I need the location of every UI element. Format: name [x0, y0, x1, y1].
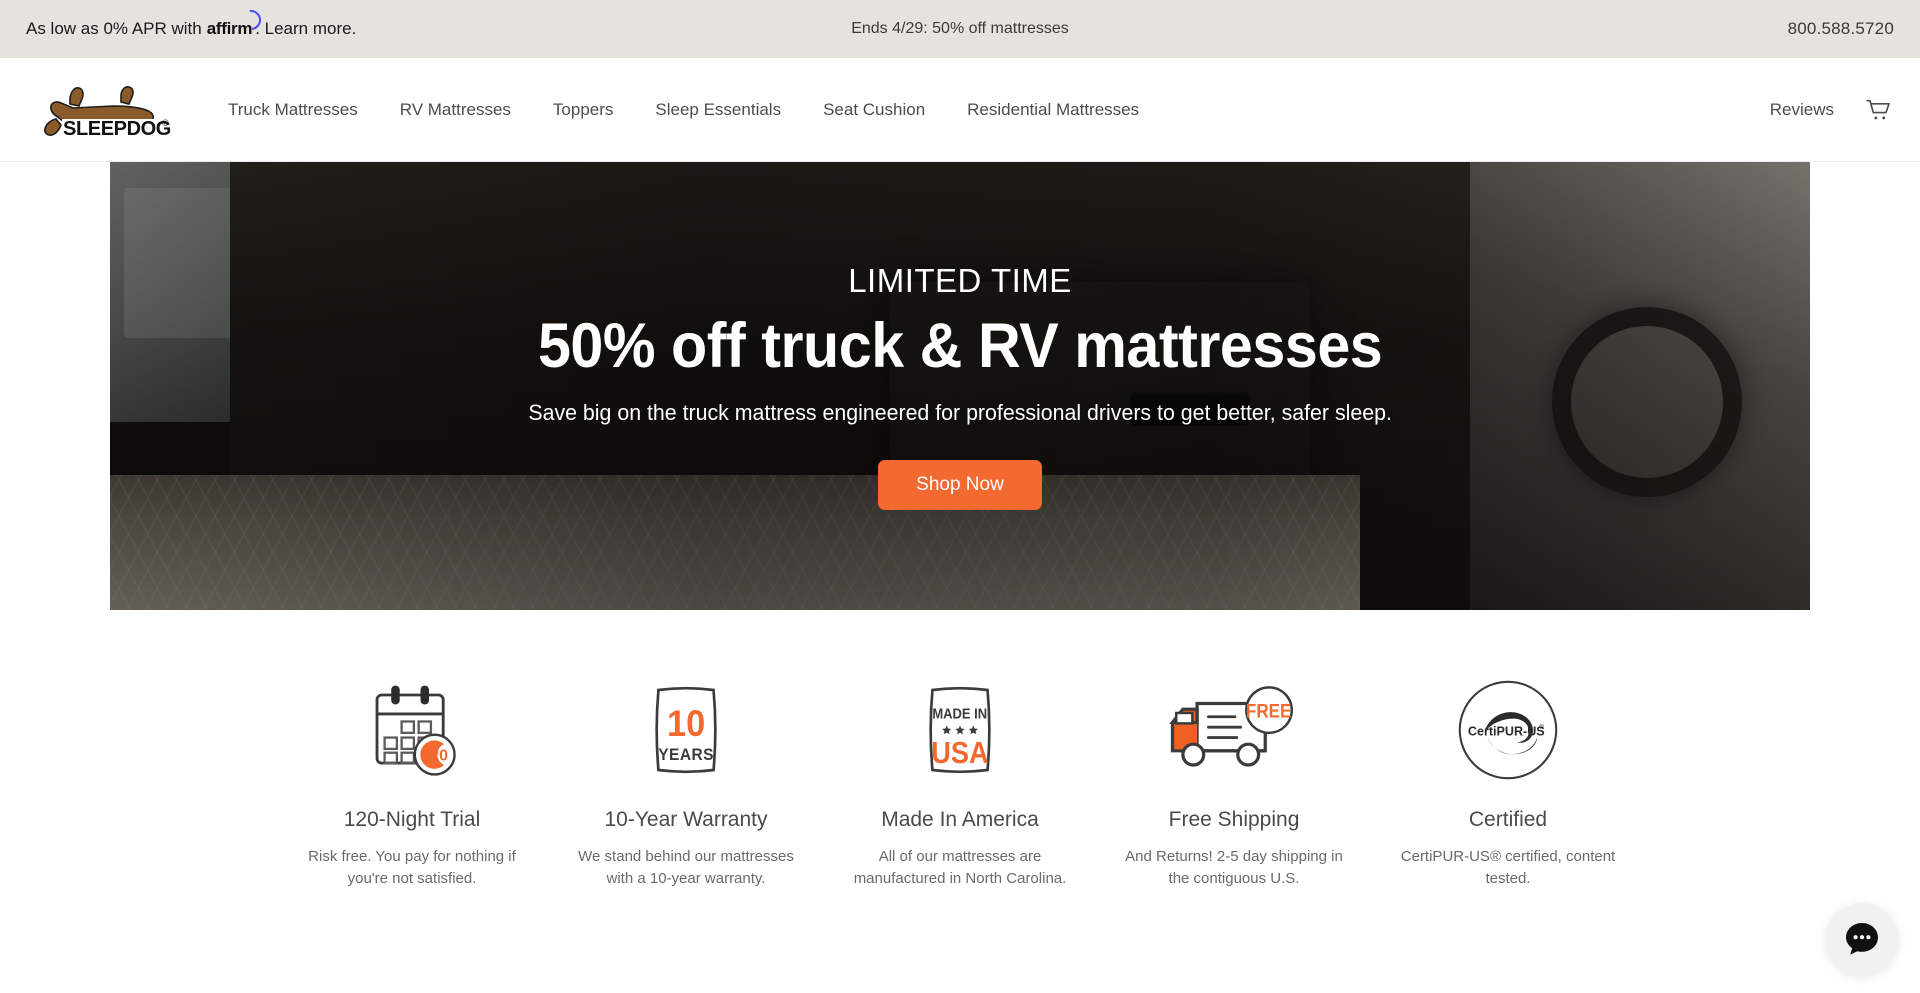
certipur-us-icon: CertiPUR-US ® — [1371, 670, 1645, 790]
reviews-link[interactable]: Reviews — [1770, 100, 1834, 120]
sleepdog-logo[interactable]: SLEEPDOG ® — [40, 79, 175, 141]
hero-subheadline: Save big on the truck mattress engineere… — [528, 400, 1392, 425]
chat-bubble-icon — [1846, 923, 1878, 955]
badge-title: Free Shipping — [1168, 808, 1300, 831]
badge-free-shipping: FREE Free Shipping And Returns! 2-5 day … — [1097, 670, 1371, 890]
warranty-icon-label: YEARS — [658, 746, 714, 765]
nav-item-sleep-essentials[interactable]: Sleep Essentials — [634, 90, 802, 130]
shop-now-button[interactable]: Shop Now — [878, 460, 1042, 510]
cart-button[interactable] — [1864, 95, 1894, 125]
free-shipping-truck-icon: FREE — [1097, 670, 1371, 790]
badge-description: All of our mattresses are manufactured i… — [853, 848, 1067, 887]
made-in-usa-icon: MADE IN USA — [823, 670, 1097, 790]
calendar-badge-number: 120 — [421, 746, 448, 764]
nav-item-residential-mattresses[interactable]: Residential Mattresses — [946, 90, 1160, 130]
badge-description: Risk free. You pay for nothing if you're… — [308, 848, 516, 887]
made-in-usa-bottom-text: USA — [931, 737, 988, 771]
badge-10-year-warranty: 10 YEARS 10-Year Warranty We stand behin… — [549, 670, 823, 890]
announcement-bar: As low as 0% APR with affirm . Learn mor… — [0, 0, 1920, 58]
hero-content: LIMITED TIME 50% off truck & RV mattress… — [110, 162, 1810, 610]
warranty-icon-number: 10 — [667, 703, 705, 745]
phone-number[interactable]: 800.588.5720 — [1788, 19, 1894, 39]
badge-title: Certified — [1468, 808, 1548, 831]
hero-headline: 50% off truck & RV mattresses — [537, 311, 1383, 381]
certipur-label: CertiPUR-US — [1468, 723, 1545, 738]
calendar-120-nights-icon: 120 — [275, 670, 549, 790]
sleepdog-logo-icon: SLEEPDOG ® — [44, 85, 171, 140]
trust-badges-row: 120 120-Night Trial Risk free. You pay f… — [0, 610, 1920, 890]
svg-text:®: ® — [1539, 723, 1544, 731]
nav-item-truck-mattresses[interactable]: Truck Mattresses — [207, 90, 379, 130]
main-navigation: Truck Mattresses RV Mattresses Toppers S… — [207, 90, 1160, 130]
shopping-cart-icon — [1866, 99, 1890, 119]
affirm-prefix-text: As low as 0% APR with — [26, 19, 202, 38]
made-in-usa-top-text: MADE IN — [932, 705, 987, 722]
badge-description: We stand behind our mattresses with a 10… — [578, 848, 794, 887]
badge-120-night-trial: 120 120-Night Trial Risk free. You pay f… — [275, 670, 549, 890]
affirm-learn-more-text[interactable]: . Learn more. — [255, 19, 356, 39]
nav-item-seat-cushion[interactable]: Seat Cushion — [802, 90, 946, 130]
svg-text:SLEEPDOG: SLEEPDOG — [63, 118, 171, 140]
free-shipping-label: FREE — [1246, 701, 1291, 722]
ten-year-warranty-icon: 10 YEARS — [549, 670, 823, 790]
promo-message: Ends 4/29: 50% off mattresses — [851, 20, 1069, 37]
hero-banner: LIMITED TIME 50% off truck & RV mattress… — [110, 162, 1810, 610]
chat-widget-button[interactable] — [1826, 903, 1898, 975]
svg-text:®: ® — [162, 118, 169, 128]
hero-section-wrapper: LIMITED TIME 50% off truck & RV mattress… — [0, 162, 1920, 610]
badge-title: Made In America — [881, 808, 1039, 831]
site-header: SLEEPDOG ® Truck Mattresses RV Mattresse… — [0, 58, 1920, 162]
badge-description: And Returns! 2-5 day shipping in the con… — [1125, 848, 1343, 887]
affirm-logo: affirm — [207, 5, 266, 39]
nav-item-toppers[interactable]: Toppers — [532, 90, 634, 130]
badge-made-in-usa: MADE IN USA Made In America All of our m… — [823, 670, 1097, 890]
nav-item-rv-mattresses[interactable]: RV Mattresses — [379, 90, 532, 130]
hero-eyebrow: LIMITED TIME — [848, 262, 1072, 299]
affirm-promo[interactable]: As low as 0% APR with affirm . Learn mor… — [26, 5, 356, 39]
header-actions: Reviews — [1770, 95, 1894, 125]
badge-description: CertiPUR-US® certified, content tested. — [1400, 848, 1616, 887]
badge-title: 120-Night Trial — [343, 808, 481, 831]
badge-title: 10-Year Warranty — [604, 808, 768, 831]
badge-certipur-certified: CertiPUR-US ® Certified CertiPUR-US® cer… — [1371, 670, 1645, 890]
